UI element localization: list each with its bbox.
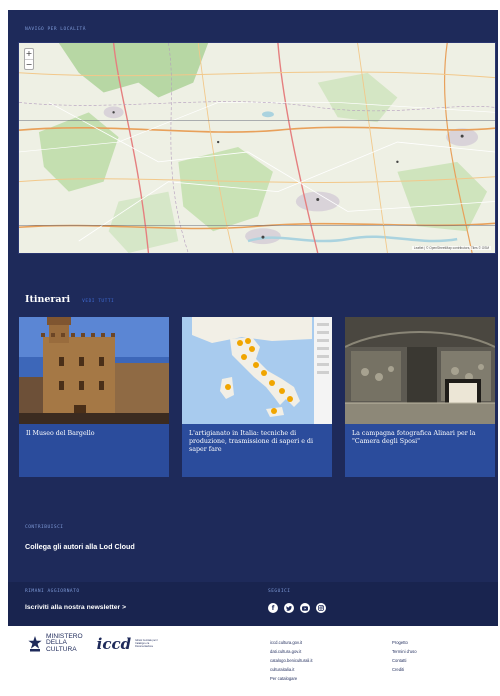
footer-link[interactable]: Progetto — [392, 640, 417, 645]
iccd-subtitle: Istituto Centrale per il Catalogo e la D… — [135, 639, 158, 649]
itinerari-title: Itinerari — [25, 294, 71, 305]
camera-sposi-image — [345, 317, 495, 424]
footer-link[interactable]: Crediti — [392, 667, 417, 672]
newsletter-label: Rimani aggiornato — [25, 589, 80, 594]
zoom-in-button[interactable]: + — [25, 49, 33, 59]
italy-map-image — [182, 317, 332, 424]
ministero-emblem-icon — [28, 635, 42, 652]
newsletter-link[interactable]: Iscriviti alla nostra newsletter > — [25, 604, 126, 611]
footer-link[interactable]: culturaitalia.it — [270, 667, 313, 672]
card-image — [182, 317, 332, 424]
social-links: f — [268, 603, 326, 613]
map-section-label: Navigo per località — [25, 27, 86, 32]
iccd-logo[interactable]: iccd Istituto Centrale per il Catalogo e… — [97, 635, 159, 653]
itinerary-card-bargello[interactable]: Il Museo del Bargello — [19, 317, 169, 477]
card-image — [19, 317, 169, 424]
footer-links-col2: Progetto Termini d'uso Contatti Crediti — [392, 640, 417, 672]
card-title: Il Museo del Bargello — [26, 430, 95, 437]
footer-links-col1: iccd.cultura.gov.it dati.cultura.gov.it … — [270, 640, 313, 681]
contribuisci-label: Contribuisci — [25, 525, 64, 530]
lod-cloud-link[interactable]: Collega gli autori alla Lod Cloud — [25, 542, 135, 551]
map-tiles[interactable] — [19, 43, 495, 253]
instagram-icon[interactable] — [316, 603, 326, 613]
facebook-icon[interactable]: f — [268, 603, 278, 613]
footer-link[interactable]: Per catalogare — [270, 676, 313, 681]
zoom-out-button[interactable]: − — [25, 59, 33, 69]
map-attribution[interactable]: Leaflet | © OpenStreetMap contributors, … — [411, 246, 491, 250]
page: Navigo per località — [0, 0, 500, 696]
iccd-wordmark: iccd — [96, 634, 132, 653]
itinerari-cards: Il Museo del Bargello L'artigianato in I… — [19, 317, 495, 477]
itinerary-card-alinari[interactable]: La campagna fotografica Alinari per la "… — [345, 317, 495, 477]
card-title: La campagna fotografica Alinari per la "… — [352, 430, 476, 445]
bargello-image — [19, 317, 169, 424]
card-image — [345, 317, 495, 424]
map-view[interactable]: Leaflet | © OpenStreetMap contributors, … — [18, 42, 496, 254]
twitter-icon[interactable] — [284, 603, 294, 613]
youtube-icon[interactable] — [300, 603, 310, 613]
footer-link[interactable]: Termini d'uso — [392, 649, 417, 654]
seguici-label: Seguici — [268, 589, 291, 594]
map-zoom-control: + − — [24, 48, 34, 70]
footer-link[interactable]: catalogo.beniculturali.it — [270, 658, 313, 663]
see-all-link[interactable]: Vedi tutti — [82, 299, 114, 304]
itinerary-card-artigianato[interactable]: L'artigianato in Italia: tecniche di pro… — [182, 317, 332, 477]
footer-link[interactable]: iccd.cultura.gov.it — [270, 640, 313, 645]
footer-logos: MINISTERO DELLA CULTURA iccd Istituto Ce… — [28, 633, 159, 653]
footer-link[interactable]: dati.cultura.gov.it — [270, 649, 313, 654]
itinerari-header: Itinerari Vedi tutti — [25, 294, 114, 305]
ministero-logo[interactable]: MINISTERO DELLA CULTURA — [28, 633, 83, 653]
footer-link[interactable]: Contatti — [392, 658, 417, 663]
ministero-wordmark: MINISTERO DELLA CULTURA — [46, 633, 83, 653]
card-title: L'artigianato in Italia: tecniche di pro… — [189, 430, 313, 453]
